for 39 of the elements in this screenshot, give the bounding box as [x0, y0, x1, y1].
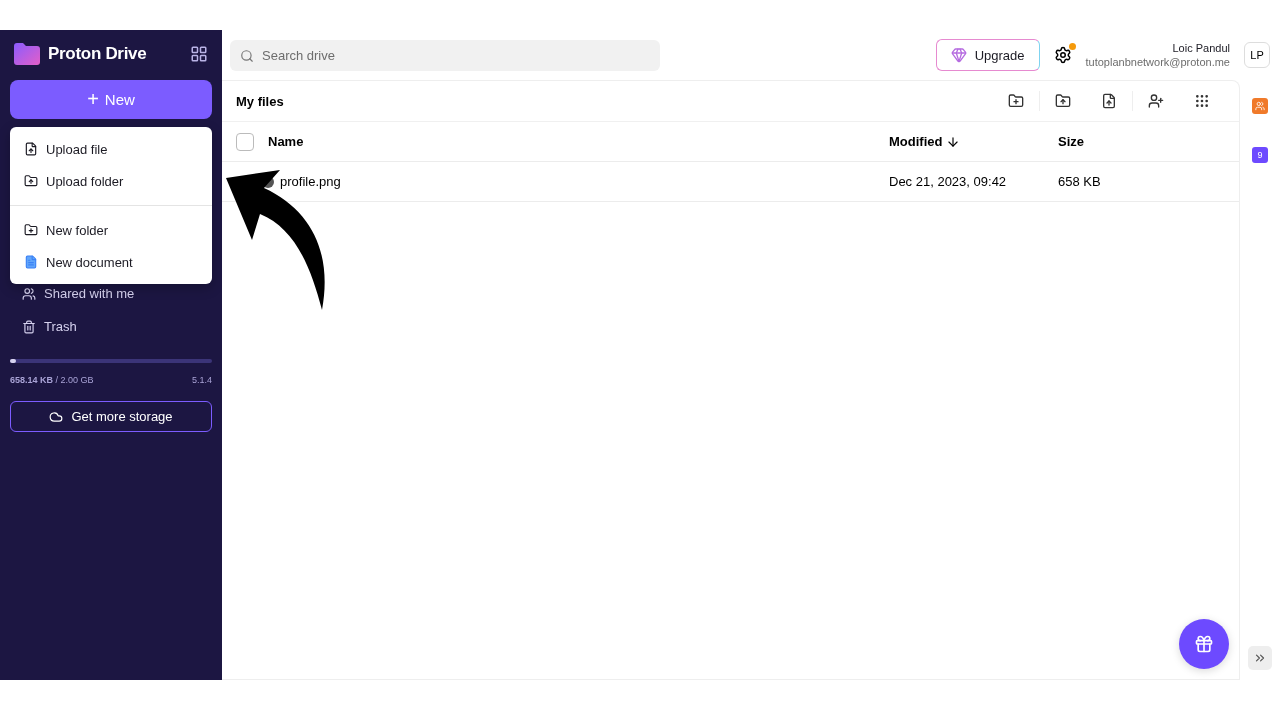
select-all-checkbox[interactable] [236, 132, 254, 151]
version-label: 5.1.4 [191, 375, 212, 385]
gift-button[interactable] [1179, 619, 1229, 669]
expand-icon[interactable] [1248, 646, 1272, 670]
calendar-badge[interactable]: 9 [1252, 147, 1268, 163]
folder-plus-icon [24, 223, 38, 237]
search-icon [240, 48, 254, 63]
gift-icon [1194, 634, 1214, 654]
sidebar-item[interactable]: Shared with me [10, 277, 212, 310]
folder-upload-icon [24, 174, 38, 188]
upgrade-button[interactable]: Upgrade [935, 39, 1040, 71]
table-cell-text: 658 KB [1058, 174, 1102, 189]
menu-item[interactable]: New document [10, 246, 212, 278]
cloud-icon [49, 409, 64, 424]
users-icon [22, 286, 36, 301]
column-header[interactable]: Size [1058, 134, 1225, 149]
search-field[interactable]: Search drive [230, 39, 660, 71]
apps-grid-icon[interactable] [190, 45, 208, 63]
menu-item[interactable]: Upload file [10, 133, 212, 165]
document-icon [24, 255, 38, 269]
get-storage-button[interactable]: Get more storage [10, 401, 212, 432]
file-name[interactable]: profile.png [280, 174, 341, 189]
diamond-icon [950, 47, 967, 63]
user-avatar[interactable]: LP [1244, 42, 1270, 68]
trash-icon [22, 319, 36, 334]
sidebar-item[interactable]: Trash [10, 310, 212, 343]
user-email: tutoplanbnetwork@proton.me [1085, 56, 1230, 68]
user-name: Loic Pandul [1172, 42, 1230, 54]
folder-logo-icon [14, 43, 40, 65]
file-upload-icon [24, 142, 38, 156]
column-header[interactable]: Name [268, 134, 889, 149]
table-cell-text: Dec 21, 2023, 09:42 [889, 174, 1008, 189]
app-title: Proton Drive [48, 44, 148, 64]
menu-item[interactable]: Upload folder [10, 165, 212, 197]
new-button[interactable]: + New [10, 80, 212, 119]
menu-item[interactable]: New folder [10, 214, 212, 246]
folder-title: My files [236, 93, 285, 109]
storage-usage: 658.14 KB / 2.00 GB [10, 375, 94, 385]
column-header[interactable]: Modified [889, 134, 1058, 149]
